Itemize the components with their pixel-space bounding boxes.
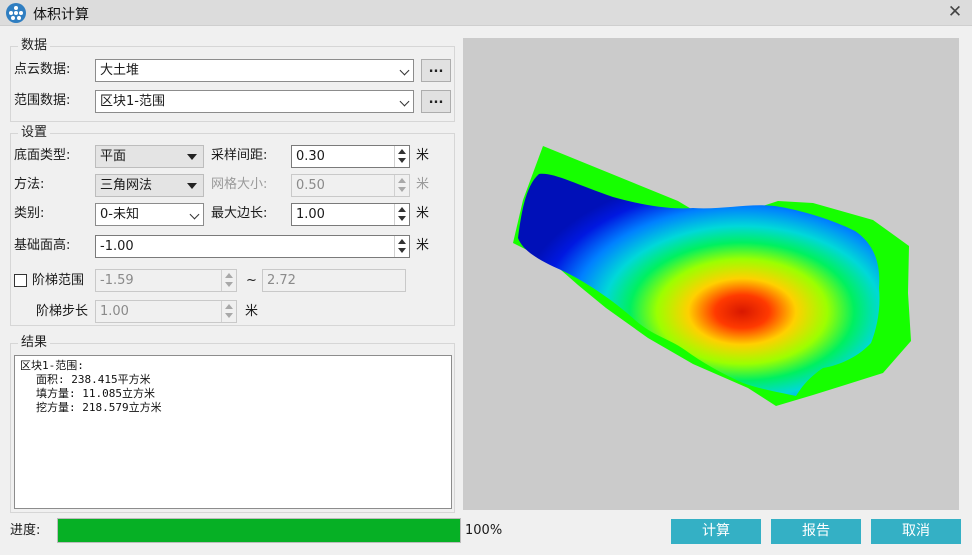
results-line: 填方量: 11.085立方米 [36,387,155,400]
grid-size-label: 网格大小: [211,177,268,192]
range-value: 区块1-范围 [100,94,165,109]
spin-down-icon[interactable] [398,216,406,221]
volume-preview-canvas[interactable] [463,38,959,510]
caret-down-icon [187,183,197,189]
progress-label: 进度: [10,523,41,538]
pointcloud-label: 点云数据: [14,62,71,77]
spin-down-icon [225,313,233,318]
category-label: 类别: [14,206,45,221]
pointcloud-select[interactable]: 大土堆 [95,59,414,82]
pointcloud-value: 大土堆 [100,63,140,78]
grid-size-value: 0.50 [296,178,325,193]
category-value: 0-未知 [100,207,139,222]
progress-percent: 100% [465,523,503,538]
range-label: 范围数据: [14,93,71,108]
results-group-title: 结果 [18,335,51,351]
step-range-checkbox[interactable] [14,274,27,287]
base-type-label: 底面类型: [14,148,71,163]
terrain-heatmap [513,146,911,406]
max-edge-unit: 米 [416,206,430,221]
report-button[interactable]: 报告 [771,519,861,544]
spin-up-icon[interactable] [398,149,406,154]
cluster-dots-icon [6,3,26,23]
results-line: 面积: 238.415平方米 [36,373,151,386]
caret-down-icon [187,154,197,160]
category-select[interactable]: 0-未知 [95,203,204,226]
compute-button[interactable]: 计算 [671,519,761,544]
base-height-label: 基础面高: [14,238,71,253]
chevron-down-icon [189,209,200,220]
base-height-value: -1.00 [100,239,134,254]
step-size-label: 阶梯步长 [36,304,89,319]
close-icon[interactable]: ✕ [946,2,964,22]
method-value: 三角网法 [100,178,153,193]
window-title: 体积计算 [33,7,89,23]
chevron-down-icon [399,65,410,76]
base-height-stepper[interactable]: -1.00 [95,235,410,258]
range-select[interactable]: 区块1-范围 [95,90,414,113]
sample-interval-unit: 米 [416,148,430,163]
spin-down-icon[interactable] [398,158,406,163]
stepper-buttons [221,301,236,322]
spin-up-icon[interactable] [398,207,406,212]
settings-group-title: 设置 [18,125,51,141]
stepper-buttons[interactable] [394,204,409,225]
grid-size-stepper: 0.50 [291,174,410,197]
base-type-select[interactable]: 平面 [95,145,204,168]
method-select[interactable]: 三角网法 [95,174,204,197]
stepper-buttons[interactable] [394,146,409,167]
range-browse-button[interactable]: ... [421,90,451,113]
base-type-value: 平面 [100,149,127,164]
spin-up-icon [225,273,233,278]
spin-down-icon [398,187,406,192]
pointcloud-browse-button[interactable]: ... [421,59,451,82]
step-size-unit: 米 [245,304,259,319]
max-edge-label: 最大边长: [211,206,268,221]
spin-down-icon [225,282,233,287]
grid-size-unit: 米 [416,177,430,192]
data-group-title: 数据 [18,38,51,54]
sample-interval-value: 0.30 [296,149,325,164]
sample-interval-label: 采样间距: [211,148,268,163]
range-tilde: ~ [246,273,257,288]
chevron-down-icon [399,96,410,107]
step-range-to-value: 2.72 [267,273,296,288]
results-line: 挖方量: 218.579立方米 [36,401,162,414]
method-label: 方法: [14,177,45,192]
spin-up-icon [225,304,233,309]
step-size-stepper: 1.00 [95,300,237,323]
stepper-buttons[interactable] [394,236,409,257]
spin-down-icon[interactable] [398,248,406,253]
max-edge-stepper[interactable]: 1.00 [291,203,410,226]
progress-fill [58,519,460,542]
step-range-from-value: -1.59 [100,273,134,288]
step-size-value: 1.00 [100,304,129,319]
results-textbox[interactable]: 区块1-范围: 面积: 238.415平方米 填方量: 11.085立方米 挖方… [14,355,452,509]
progress-bar [57,518,461,543]
base-height-unit: 米 [416,238,430,253]
title-bar: 体积计算 ✕ [0,0,972,26]
sample-interval-stepper[interactable]: 0.30 [291,145,410,168]
results-line: 区块1-范围: [20,359,84,372]
stepper-buttons [394,175,409,196]
stepper-buttons [221,270,236,291]
cancel-button[interactable]: 取消 [871,519,961,544]
spin-up-icon [398,178,406,183]
max-edge-value: 1.00 [296,207,325,222]
spin-up-icon[interactable] [398,239,406,244]
step-range-from-stepper: -1.59 [95,269,237,292]
step-range-label[interactable]: 阶梯范围 [32,270,84,292]
step-range-to-stepper: 2.72 [262,269,406,292]
